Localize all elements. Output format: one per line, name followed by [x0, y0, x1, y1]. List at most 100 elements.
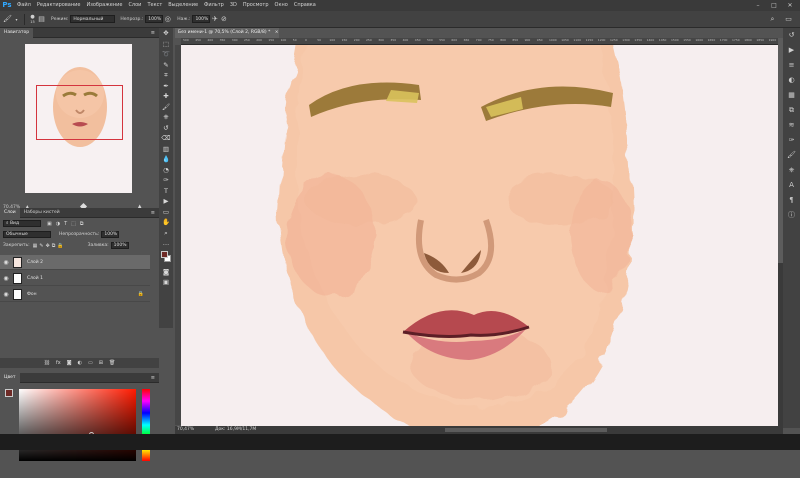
layer-row-1[interactable]: ◉ Слой 1 [0, 271, 150, 286]
panel-menu-icon[interactable]: ≡ [151, 30, 159, 36]
screen-mode-icon[interactable]: ▣ [159, 277, 173, 288]
close-tab-icon[interactable]: × [275, 30, 279, 35]
link-layers-icon[interactable]: ⛓ [44, 360, 50, 366]
close-button[interactable]: ✕ [784, 0, 796, 11]
navigator-view-box[interactable] [36, 85, 123, 140]
eyedropper-tool-icon[interactable]: ✒ [159, 81, 173, 92]
menu-item[interactable]: Фильтр [201, 0, 227, 11]
brush-tool-icon[interactable]: 🖌 [3, 15, 12, 24]
foreground-swatch[interactable] [5, 389, 13, 397]
menu-item[interactable]: Справка [291, 0, 319, 11]
foreground-color-swatch[interactable] [161, 250, 168, 258]
pixel-filter-icon[interactable]: ▣ [47, 221, 52, 227]
info-icon[interactable]: ⓘ [783, 208, 800, 223]
new-layer-icon[interactable]: ⊞ [99, 360, 103, 366]
clone-stamp-tool-icon[interactable]: ⎈ [159, 112, 173, 123]
quick-mask-icon[interactable]: ◙ [159, 267, 173, 278]
tab-brush-presets[interactable]: Наборы кистей [20, 208, 64, 218]
blur-tool-icon[interactable]: 💧 [159, 154, 173, 165]
clone-source-icon[interactable]: ⎈ [783, 163, 800, 178]
ruler-top[interactable]: 500 450 400 350 300 250 200 150 100 50 0 50 100 150 20… [181, 38, 778, 45]
pressure-size-icon[interactable]: ⊘ [219, 15, 228, 24]
adjustment-layer-icon[interactable]: ◐ [78, 360, 82, 366]
paragraph-icon[interactable]: ¶ [783, 193, 800, 208]
menu-item[interactable]: Выделение [165, 0, 201, 11]
more-tools-icon[interactable]: … [159, 238, 173, 249]
layer-kind-filter[interactable]: ⌕ Вид [3, 220, 41, 227]
document-tab[interactable]: Без имени-1 @ 70,5% (Слой 2, RGB/8) * × [175, 28, 279, 38]
zoom-tool-icon[interactable]: ⌕ [159, 228, 173, 239]
visibility-eye-icon[interactable]: ◉ [0, 259, 12, 266]
pressure-opacity-icon[interactable]: ◎ [163, 15, 172, 24]
horizontal-scroll-thumb[interactable] [445, 428, 607, 432]
menu-item[interactable]: Просмотр [240, 0, 272, 11]
marquee-tool-icon[interactable]: ⬚ [159, 39, 173, 50]
color-menu-icon[interactable]: ≡ [151, 375, 159, 381]
workspace-icon[interactable]: ▭ [784, 15, 793, 24]
healing-tool-icon[interactable]: ✚ [159, 91, 173, 102]
navigator-thumbnail[interactable] [25, 44, 132, 193]
tab-navigator[interactable]: Навигатор [0, 27, 34, 38]
eraser-tool-icon[interactable]: ⌫ [159, 133, 173, 144]
search-icon[interactable]: ⌕ [768, 15, 777, 24]
path-select-tool-icon[interactable]: ▶ [159, 196, 173, 207]
type-filter-icon[interactable]: T [64, 221, 67, 227]
adjustments-icon[interactable]: ◐ [783, 73, 800, 88]
menu-item[interactable]: Изображение [83, 0, 125, 11]
flow-field[interactable]: 100% [192, 15, 211, 23]
layer-row-2[interactable]: ◉ Слой 2 [0, 255, 150, 270]
new-group-icon[interactable]: ▭ [88, 360, 93, 366]
type-tool-icon[interactable]: T [159, 186, 173, 197]
brush-tool-icon[interactable]: 🖌 [159, 102, 173, 113]
shape-filter-icon[interactable]: ⬚ [71, 221, 76, 227]
actions-icon[interactable]: ▶ [783, 43, 800, 58]
brush-preset-picker[interactable]: ● 15 [28, 14, 37, 24]
minimize-button[interactable]: – [752, 0, 764, 11]
layer-opacity-field[interactable]: 100% [101, 231, 120, 238]
tab-color[interactable]: Цвет [0, 372, 20, 383]
add-mask-icon[interactable]: ◙ [67, 360, 72, 366]
airbrush-icon[interactable]: ✈ [210, 15, 219, 24]
tab-layers[interactable]: Слои [0, 207, 20, 218]
visibility-eye-icon[interactable]: ◉ [0, 291, 12, 298]
blend-mode-select[interactable]: Обычные [3, 231, 51, 238]
crop-tool-icon[interactable]: ⌗ [159, 70, 173, 81]
hue-slider[interactable] [142, 389, 150, 461]
menu-item[interactable]: Файл [14, 0, 34, 11]
menu-item[interactable]: Слои [125, 0, 144, 11]
saturation-picker[interactable] [19, 389, 136, 461]
shape-tool-icon[interactable]: ▭ [159, 207, 173, 218]
paths-icon[interactable]: ✑ [783, 133, 800, 148]
move-tool-icon[interactable]: ✥ [159, 28, 173, 39]
dodge-tool-icon[interactable]: ◔ [159, 165, 173, 176]
layer-row-background[interactable]: ◉ Фон 🔒 [0, 287, 150, 302]
channels-icon[interactable]: ≋ [783, 118, 800, 133]
delete-layer-icon[interactable]: 🗑 [109, 360, 115, 366]
menu-item[interactable]: Окно [272, 0, 291, 11]
visibility-eye-icon[interactable]: ◉ [0, 275, 12, 282]
pen-tool-icon[interactable]: ✑ [159, 175, 173, 186]
maximize-button[interactable]: □ [768, 0, 780, 11]
document-canvas[interactable] [181, 45, 778, 426]
character-icon[interactable]: A [783, 178, 800, 193]
lasso-tool-icon[interactable]: ➰ [159, 49, 173, 60]
menu-item[interactable]: 3D [227, 0, 240, 11]
fill-field[interactable]: 100% [110, 242, 129, 249]
brush-panel-icon[interactable]: ▤ [37, 15, 46, 24]
adjustment-filter-icon[interactable]: ◑ [56, 221, 60, 227]
layer-style-icon[interactable]: fx [56, 360, 61, 366]
libraries-icon[interactable]: ⧉ [783, 103, 800, 118]
history-icon[interactable]: ↺ [783, 28, 800, 43]
hand-tool-icon[interactable]: ✋ [159, 217, 173, 228]
menu-item[interactable]: Текст [144, 0, 165, 11]
properties-icon[interactable]: ≡ [783, 58, 800, 73]
status-zoom[interactable]: 70,47% [177, 426, 194, 434]
lock-icons[interactable]: ▦✎✥⧉🔒 [33, 243, 66, 249]
smart-filter-icon[interactable]: ⧉ [80, 221, 84, 227]
mode-select[interactable]: Нормальный [70, 15, 116, 23]
brush-settings-icon[interactable]: 🖌 [783, 148, 800, 163]
opacity-field[interactable]: 100% [145, 15, 164, 23]
menu-item[interactable]: Редактирование [34, 0, 84, 11]
history-brush-tool-icon[interactable]: ↺ [159, 123, 173, 134]
gradient-tool-icon[interactable]: ▥ [159, 144, 173, 155]
